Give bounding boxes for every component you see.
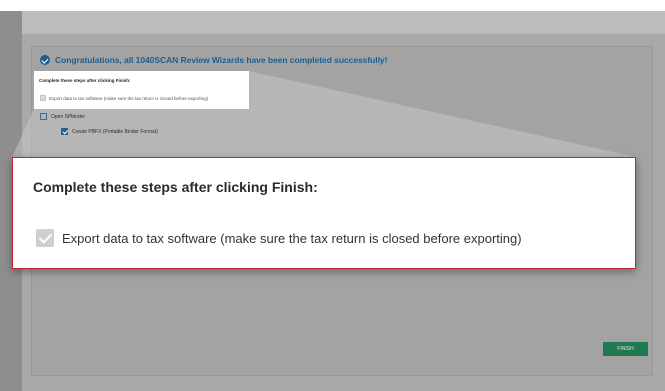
page: TAXPAYER, TOM (12456) Domain: FIRM ABC V…: [0, 0, 665, 391]
zoomed-steps-callout: Complete these steps after clicking Fini…: [12, 157, 636, 269]
success-text: Congratulations, all 1040SCAN Review Wiz…: [55, 55, 388, 65]
open-spbinder-label: Open SPbinder: [51, 113, 86, 120]
create-pbfx-checkbox[interactable]: [61, 128, 68, 135]
success-message: Congratulations, all 1040SCAN Review Wiz…: [40, 55, 387, 65]
export-label-small: Export data to tax software (make sure t…: [49, 96, 209, 101]
export-label: Export data to tax software (make sure t…: [62, 231, 522, 246]
create-pbfx-label: Create PBFX (Portable Binder Format): [72, 128, 158, 135]
create-pbfx-option[interactable]: Create PBFX (Portable Binder Format): [61, 128, 158, 135]
export-checkbox-icon[interactable]: [36, 229, 54, 247]
open-spbinder-checkbox[interactable]: [40, 113, 47, 120]
finish-button[interactable]: FINISH: [603, 342, 648, 356]
open-spbinder-option[interactable]: Open SPbinder: [40, 113, 85, 120]
small-steps-title: Complete these steps after clicking Fini…: [39, 78, 131, 83]
callout-title: Complete these steps after clicking Fini…: [33, 179, 318, 195]
small-steps-box: Complete these steps after clicking Fini…: [34, 71, 249, 109]
top-strip: [0, 11, 665, 34]
export-checkbox-small[interactable]: [40, 95, 46, 101]
check-circle-icon: [40, 55, 50, 65]
